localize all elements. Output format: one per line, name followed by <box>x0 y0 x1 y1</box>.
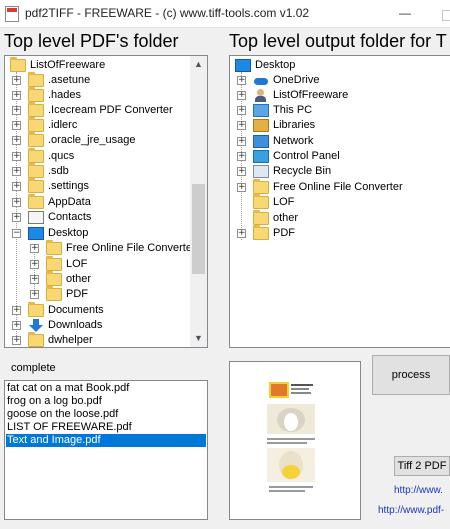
folder-icon <box>253 225 269 240</box>
window-title: pdf2TIFF - FREEWARE - (c) www.tiff-tools… <box>25 6 310 20</box>
expand-plus-icon[interactable]: + <box>30 244 39 253</box>
preview-page <box>242 374 352 512</box>
folder-icon <box>46 286 62 301</box>
expand-plus-icon[interactable]: + <box>237 229 246 238</box>
expand-plus-icon[interactable]: + <box>12 167 21 176</box>
network-icon <box>253 135 269 148</box>
expand-plus-icon[interactable]: + <box>237 137 246 146</box>
user-icon <box>253 89 269 102</box>
folder-icon <box>46 271 62 286</box>
folder-icon <box>10 57 26 72</box>
folder-icon <box>46 256 62 271</box>
expand-plus-icon[interactable]: + <box>12 321 21 330</box>
file-list-item[interactable]: fat cat on a mat Book.pdf <box>6 382 206 395</box>
expand-plus-icon[interactable]: + <box>30 275 39 284</box>
output-folder-heading: Top level output folder for T <box>229 31 447 51</box>
folder-icon <box>253 210 269 225</box>
folder-icon <box>28 72 44 87</box>
expand-plus-icon[interactable]: + <box>12 198 21 207</box>
expand-plus-icon[interactable]: + <box>12 121 21 130</box>
expand-plus-icon[interactable]: + <box>12 306 21 315</box>
preview-thumbnail-image <box>263 380 320 500</box>
expand-plus-icon[interactable]: + <box>12 336 21 345</box>
scrollbar-thumb[interactable] <box>192 184 205 274</box>
scroll-up-arrow-icon[interactable]: ▲ <box>190 56 207 73</box>
file-list-item[interactable]: LIST OF FREEWARE.pdf <box>6 421 206 434</box>
collapse-minus-icon[interactable]: − <box>12 229 21 238</box>
file-list-item-selected[interactable]: Text and Image.pdf <box>6 434 206 447</box>
this-pc-icon <box>253 104 269 117</box>
documents-icon <box>28 302 44 317</box>
title-bar: pdf2TIFF - FREEWARE - (c) www.tiff-tools… <box>0 0 450 28</box>
folder-icon <box>28 132 44 147</box>
pdf-website-link[interactable]: http://www.pdf- <box>378 505 444 516</box>
scroll-down-arrow-icon[interactable]: ▼ <box>190 330 207 347</box>
tiff-to-pdf-button[interactable]: Tiff 2 PDF <box>394 456 450 476</box>
file-list-item[interactable]: goose on the loose.pdf <box>6 408 206 421</box>
onedrive-icon <box>253 74 269 87</box>
website-link[interactable]: http://www. <box>394 485 443 496</box>
desktop-icon <box>235 59 251 72</box>
tiff-preview-panel <box>229 361 361 520</box>
pdf-file-list[interactable]: fat cat on a mat Book.pdf frog on a log … <box>4 380 208 520</box>
libraries-icon <box>253 119 269 132</box>
pdf-app-icon <box>5 6 19 22</box>
expand-plus-icon[interactable]: + <box>12 152 21 161</box>
folder-icon <box>46 240 62 255</box>
folder-icon <box>28 332 44 347</box>
pdf-tree-scrollbar[interactable]: ▲ ▼ <box>190 56 207 347</box>
expand-plus-icon[interactable]: + <box>237 167 246 176</box>
expand-plus-icon[interactable]: + <box>237 183 246 192</box>
expand-plus-icon[interactable]: + <box>12 91 21 100</box>
pdf-folder-tree[interactable]: ListOfFreeware + .asetune + .hades + .Ic… <box>4 55 208 348</box>
contacts-icon <box>28 211 44 224</box>
maximize-button[interactable] <box>436 2 450 24</box>
folder-icon <box>28 194 44 209</box>
folder-icon <box>28 117 44 132</box>
folder-icon <box>28 178 44 193</box>
expand-plus-icon[interactable]: + <box>30 290 39 299</box>
expand-plus-icon[interactable]: + <box>237 106 246 115</box>
folder-icon <box>28 102 44 117</box>
folder-icon <box>28 148 44 163</box>
expand-plus-icon[interactable]: + <box>12 106 21 115</box>
control-panel-icon <box>253 150 269 163</box>
expand-plus-icon[interactable]: + <box>12 213 21 222</box>
minimize-button[interactable]: — <box>392 2 418 24</box>
desktop-icon <box>28 227 44 240</box>
expand-plus-icon[interactable]: + <box>237 152 246 161</box>
expand-plus-icon[interactable]: + <box>237 91 246 100</box>
output-folder-tree[interactable]: Desktop + OneDrive + ListOfFreeware + Th… <box>229 55 450 348</box>
status-label: complete <box>11 362 56 374</box>
folder-icon <box>28 163 44 178</box>
folder-icon <box>253 194 269 209</box>
expand-plus-icon[interactable]: + <box>12 76 21 85</box>
expand-plus-icon[interactable]: + <box>12 182 21 191</box>
expand-plus-icon[interactable]: + <box>237 121 246 130</box>
folder-icon <box>253 179 269 194</box>
expand-plus-icon[interactable]: + <box>237 76 246 85</box>
downloads-icon <box>28 319 44 332</box>
pdf-folder-heading: Top level PDF's folder <box>4 31 179 51</box>
process-button[interactable]: process <box>372 355 450 395</box>
folder-icon <box>28 87 44 102</box>
recycle-bin-icon <box>253 165 269 178</box>
file-list-item[interactable]: frog on a log bo.pdf <box>6 395 206 408</box>
expand-plus-icon[interactable]: + <box>12 136 21 145</box>
expand-plus-icon[interactable]: + <box>30 260 39 269</box>
